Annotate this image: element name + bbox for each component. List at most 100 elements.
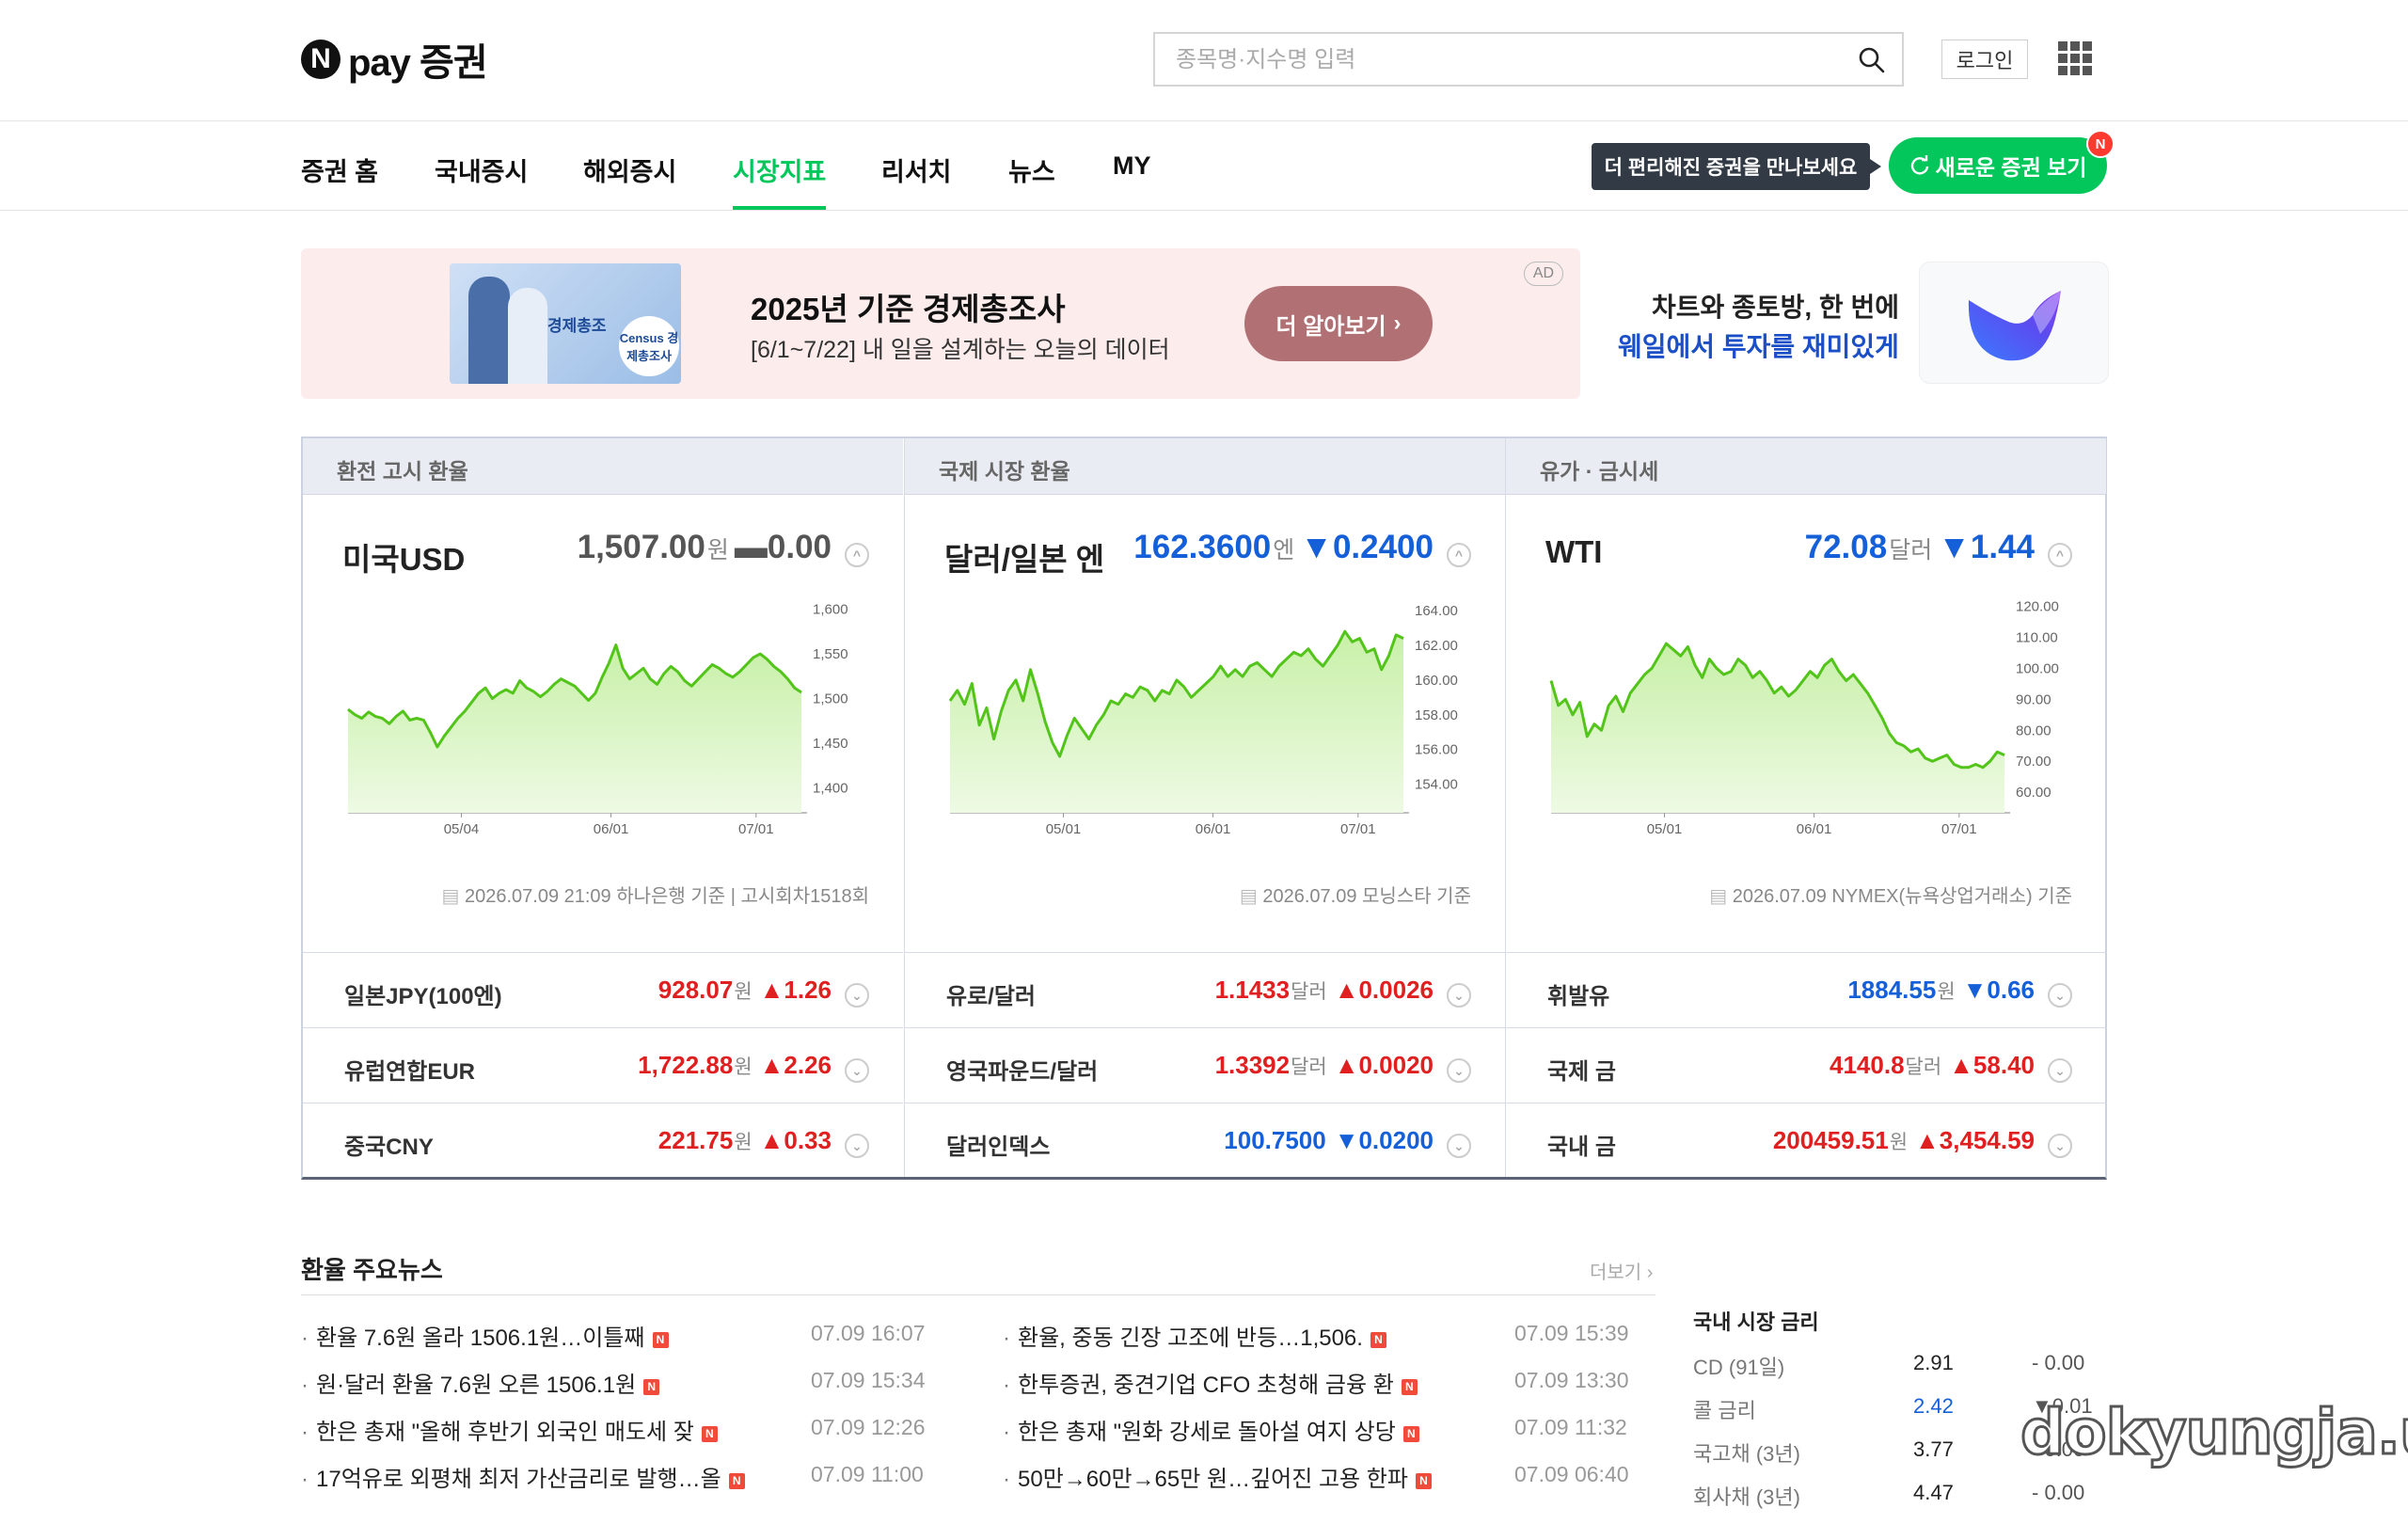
search-icon[interactable] (1857, 45, 1887, 75)
new-securities-button[interactable]: 새로운 증권 보기 (1889, 137, 2107, 194)
login-button[interactable]: 로그인 (1941, 40, 2028, 79)
expand-down-icon[interactable]: ⌄ (1447, 983, 1471, 1008)
main-item-name[interactable]: 달러/일본 엔 (944, 534, 1104, 579)
whale-promo-line1[interactable]: 차트와 종토방, 한 번에 (1652, 287, 1899, 325)
news-section-title: 환율 주요뉴스 (301, 1256, 443, 1284)
new-badge: N (728, 1473, 745, 1489)
ad-image-text: 경제총조 (547, 317, 607, 335)
source-text: 2026.07.09 모닝스타 기준 (1262, 886, 1471, 907)
news-item[interactable]: · 한은 총재 "원화 강세로 돌아설 여지 상당 N (1003, 1413, 1419, 1451)
indicator-row[interactable]: 중국CNY 221.75 원 ▲ 0.33 ⌄ (303, 1103, 903, 1178)
down-arrow-icon: ▼ (1300, 529, 1333, 565)
row-change: 0.0200 (1358, 1126, 1434, 1154)
ad-learn-more-button[interactable]: 더 알아보기 › (1244, 286, 1433, 361)
main-item-unit: 엔 (1273, 537, 1295, 564)
nav-item-domestic[interactable]: 국내증시 (435, 142, 528, 210)
expand-up-icon[interactable]: ^ (845, 543, 869, 567)
down-arrow-icon: ▼ (1962, 976, 1988, 1004)
indicator-row[interactable]: 국내 금 200459.51 원 ▲ 3,454.59 ⌄ (1506, 1103, 2106, 1178)
column-header[interactable]: 유가 · 금시세 (1506, 438, 2106, 495)
jpy-chart[interactable]: 154.00 156.00 158.00 160.00 162.00 164.00 05/0… (943, 595, 1469, 833)
indicator-row[interactable]: 유럽연합EUR 1,722.88 원 ▲ 2.26 ⌄ (303, 1027, 903, 1103)
indicator-row[interactable]: 국제 금 4140.8 달러 ▲ 58.40 ⌄ (1506, 1027, 2106, 1103)
ad-banner[interactable]: 경제총조 Census 경제총조사 2025년 기준 경제총조사 [6/1~7/… (301, 248, 1580, 399)
news-item[interactable]: · 환율 7.6원 올라 1506.1원…이틀째 N (301, 1319, 669, 1357)
row-value: 1.1433 (1214, 976, 1291, 1004)
nav-item-news[interactable]: 뉴스 (1008, 142, 1055, 210)
new-badge: N (2086, 130, 2115, 158)
main-item-value: 1,507.00 (577, 529, 705, 565)
y-tick-label: 154.00 (1415, 777, 1458, 793)
news-item[interactable]: · 한투증권, 중견기업 CFO 초청해 금융 환N (1003, 1366, 1418, 1404)
row-name: 중국CNY (344, 1135, 434, 1160)
nav-item-research[interactable]: 리서치 (881, 142, 952, 210)
series-area (950, 631, 1403, 813)
news-item[interactable]: · 17억유로 외평채 최저 가산금리로 발행…올 N (301, 1460, 745, 1498)
indicator-row[interactable]: 유로/달러 1.1433 달러 ▲ 0.0026 ⌄ (905, 952, 1505, 1027)
rate-value: 3.77 (1913, 1437, 1954, 1461)
news-headline: 한은 총재 "원화 강세로 돌아설 여지 상당 (1018, 1420, 1396, 1445)
search-input[interactable] (1174, 34, 1836, 87)
rate-row[interactable]: CD (91일) 2.91 - 0.00 (1693, 1351, 2107, 1394)
rate-change: - 0.00 (2032, 1481, 2085, 1504)
y-tick-label: 100.00 (2016, 660, 2059, 676)
indicator-row[interactable]: 영국파운드/달러 1.3392 달러 ▲ 0.0020 ⌄ (905, 1027, 1505, 1103)
source-note: ▤ 2026.07.09 21:09 하나은행 기준 | 고시회차1518회 (442, 881, 870, 908)
row-change: 2.26 (784, 1051, 832, 1079)
news-headline: 50만→60만→65만 원…깊어진 고용 한파 (1018, 1467, 1408, 1492)
column-header[interactable]: 환전 고시 환율 (303, 438, 903, 495)
main-item-change: 0.2400 (1332, 529, 1434, 565)
source-note: ▤ 2026.07.09 모닝스타 기준 (1240, 881, 1471, 908)
wti-chart[interactable]: 60.00 70.00 80.00 90.00 100.00 110.00 120.00 05… (1544, 595, 2070, 833)
indicator-row[interactable]: 달러인덱스 100.7500 ▼ 0.0200 ⌄ (905, 1103, 1505, 1178)
whale-promo-line2[interactable]: 웨일에서 투자를 재미있게 (1618, 326, 1899, 364)
expand-down-icon[interactable]: ⌄ (845, 1134, 869, 1158)
row-unit: 달러 (1291, 1056, 1327, 1078)
main-item-name[interactable]: WTI (1545, 534, 1602, 570)
column-header[interactable]: 국제 시장 환율 (905, 438, 1505, 495)
expand-down-icon[interactable]: ⌄ (2048, 1058, 2072, 1083)
expand-down-icon[interactable]: ⌄ (1447, 1134, 1471, 1158)
rate-row[interactable]: 회사채 (3년) 4.47 - 0.00 (1693, 1481, 2107, 1524)
news-item[interactable]: · 한은 총재 "올해 후반기 외국인 매도세 잦N (301, 1413, 718, 1451)
expand-down-icon[interactable]: ⌄ (845, 983, 869, 1008)
news-more-link[interactable]: 더보기 › (1590, 1257, 1653, 1284)
expand-down-icon[interactable]: ⌄ (845, 1058, 869, 1083)
apps-grid-icon[interactable] (2058, 41, 2092, 75)
ad-title: 2025년 기준 경제총조사 (751, 292, 1066, 326)
usd-chart[interactable]: 1,400 1,450 1,500 1,550 1,600 05/04 06/01 07/01 (341, 595, 867, 833)
whale-browser-icon[interactable] (1919, 262, 2109, 384)
nav-item-my[interactable]: MY (1113, 142, 1151, 210)
x-tick-label: 07/01 (738, 821, 774, 833)
rate-value: 2.91 (1913, 1351, 1954, 1374)
rate-name: CD (91일) (1693, 1356, 1785, 1379)
nav-item-market-indicators[interactable]: 시장지표 (733, 142, 827, 210)
news-item[interactable]: · 50만→60만→65만 원…깊어진 고용 한파 N (1003, 1460, 1432, 1498)
oil-gold-column: 유가 · 금시세 WTI 72.08 달러 ▼ 1.44 ^ 60.00 70.0… (1505, 438, 2106, 1177)
y-tick-label: 1,400 (813, 781, 848, 797)
npay-logo[interactable]: N pay 증권 (301, 38, 488, 84)
main-item-unit: 달러 (1889, 537, 1933, 564)
row-value: 1884.55 (1847, 976, 1937, 1004)
indicator-row[interactable]: 휘발유 1884.55 원 ▼ 0.66 ⌄ (1506, 952, 2106, 1027)
indicator-row[interactable]: 일본JPY(100엔) 928.07 원 ▲ 1.26 ⌄ (303, 952, 903, 1027)
expand-up-icon[interactable]: ^ (2048, 543, 2072, 567)
expand-up-icon[interactable]: ^ (1447, 543, 1471, 567)
expand-down-icon[interactable]: ⌄ (1447, 1058, 1471, 1083)
source-text: 2026.07.09 NYMEX(뉴욕상업거래소) 기준 (1732, 886, 2072, 907)
nav-item-home[interactable]: 증권 홈 (301, 142, 378, 210)
chevron-right-icon: › (1393, 310, 1402, 336)
nav-item-overseas[interactable]: 해외증시 (583, 142, 676, 210)
row-change: 58.40 (1972, 1051, 2035, 1079)
news-time: 07.09 13:30 (1514, 1368, 1629, 1392)
news-item[interactable]: · 환율, 중동 긴장 고조에 반등…1,506. N (1003, 1319, 1386, 1357)
row-quote: 1,722.88 원 ▲ 2.26 ⌄ (638, 1051, 869, 1083)
expand-down-icon[interactable]: ⌄ (2048, 983, 2072, 1008)
main-item-change: 0.00 (767, 529, 832, 565)
main-item-name[interactable]: 미국USD (342, 534, 465, 579)
expand-down-icon[interactable]: ⌄ (2048, 1134, 2072, 1158)
y-tick-label: 1,500 (813, 691, 848, 707)
new-button-label: 새로운 증권 보기 (1935, 155, 2087, 180)
news-item[interactable]: · 원·달러 환율 7.6원 오른 1506.1원 N (301, 1366, 660, 1404)
divider (301, 1294, 1656, 1295)
